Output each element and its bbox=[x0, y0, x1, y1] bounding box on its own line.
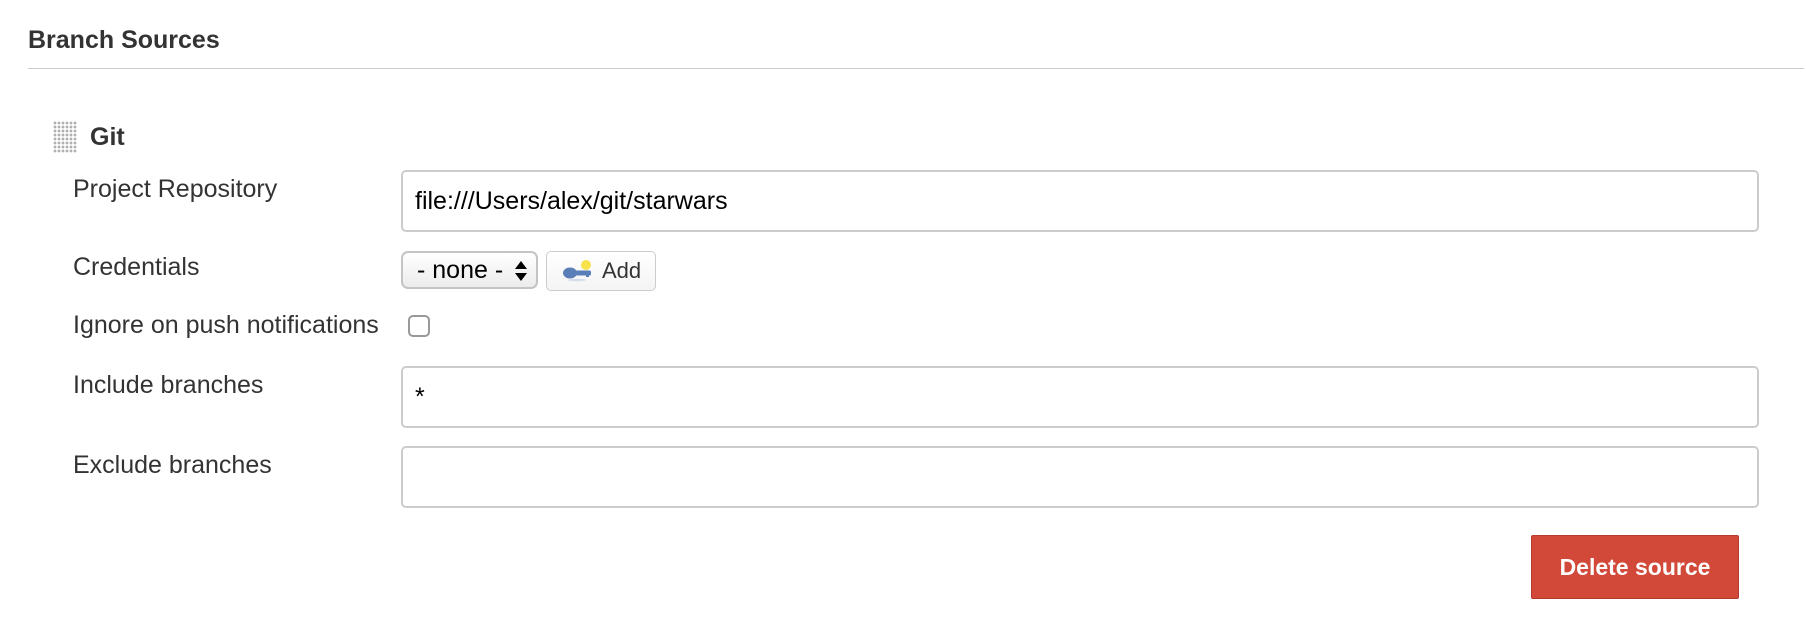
drag-handle-icon[interactable] bbox=[53, 121, 77, 153]
section-title: Branch Sources bbox=[28, 26, 220, 54]
section-header: Branch Sources bbox=[28, 26, 1804, 69]
delete-source-button[interactable]: Delete source bbox=[1531, 535, 1739, 599]
add-credentials-button[interactable]: Add bbox=[546, 251, 656, 291]
credentials-select[interactable]: - none - bbox=[401, 251, 538, 289]
source-title: Git bbox=[90, 122, 125, 151]
include-branches-input[interactable] bbox=[401, 366, 1759, 428]
project-repository-label: Project Repository bbox=[73, 175, 278, 203]
exclude-branches-label: Exclude branches bbox=[73, 451, 272, 479]
credentials-select-value: - none - bbox=[417, 255, 504, 284]
ignore-push-checkbox[interactable] bbox=[408, 315, 430, 337]
select-arrows-icon bbox=[515, 261, 527, 281]
add-credentials-label: Add bbox=[602, 258, 642, 283]
source-header: Git bbox=[53, 120, 125, 154]
project-repository-input[interactable] bbox=[401, 170, 1759, 232]
ignore-push-label: Ignore on push notifications bbox=[73, 311, 379, 339]
credentials-label: Credentials bbox=[73, 253, 200, 281]
exclude-branches-input[interactable] bbox=[401, 446, 1759, 508]
key-icon bbox=[563, 260, 591, 282]
include-branches-label: Include branches bbox=[73, 371, 264, 399]
